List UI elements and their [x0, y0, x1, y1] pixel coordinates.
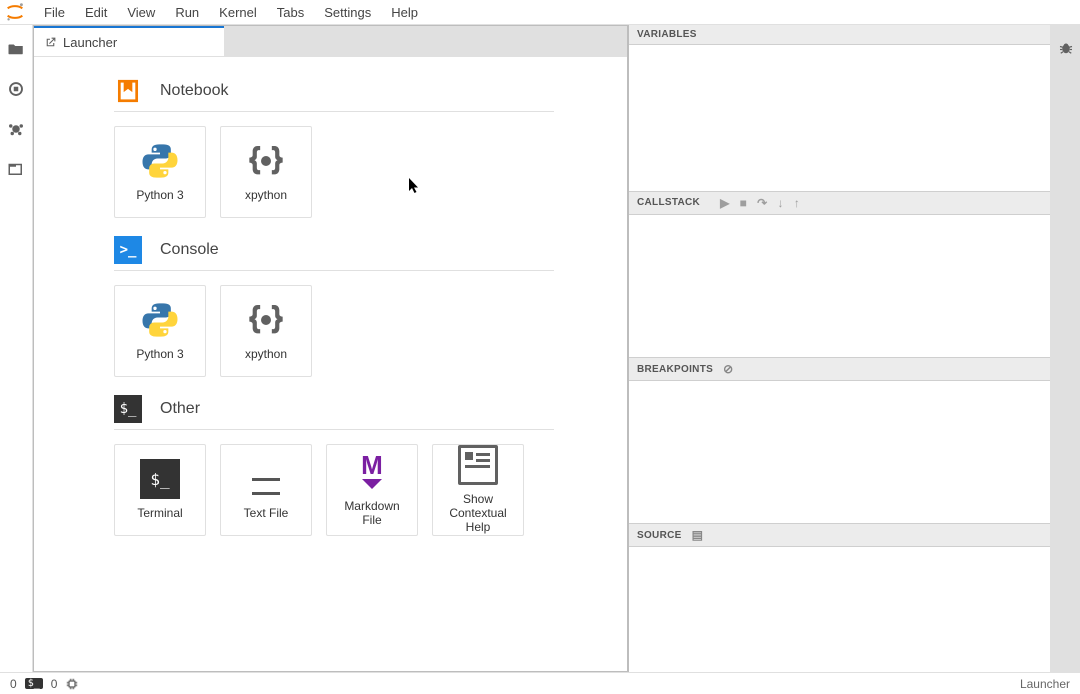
panel-title: VARIABLES: [637, 29, 697, 40]
console-section-icon: >_: [114, 236, 142, 264]
panel-header-callstack[interactable]: CALLSTACK ▶ ■ ↷ ↓ ↑: [629, 191, 1050, 215]
panel-header-variables[interactable]: VARIABLES: [629, 25, 1050, 45]
terminal-icon: $_: [140, 459, 180, 499]
card-label: Markdown File: [333, 500, 411, 528]
card-label: Text File: [244, 507, 289, 521]
panel-body-source: [629, 547, 1050, 672]
step-over-icon[interactable]: ↷: [757, 196, 767, 210]
python-icon: [140, 300, 180, 340]
panel-title: BREAKPOINTS: [637, 364, 713, 375]
python-icon: [140, 141, 180, 181]
step-out-icon[interactable]: ↑: [794, 196, 800, 210]
launcher-section-console: >_ Console Python 3 xpython: [114, 236, 617, 377]
menu-settings[interactable]: Settings: [314, 2, 381, 23]
menu-tabs[interactable]: Tabs: [267, 2, 314, 23]
other-section-icon: $_: [114, 395, 142, 423]
card-label: xpython: [245, 189, 287, 203]
menu-kernel[interactable]: Kernel: [209, 2, 267, 23]
markdown-icon: M: [352, 452, 392, 492]
menu-file[interactable]: File: [34, 2, 75, 23]
status-count-b: 0: [51, 677, 58, 691]
launcher-card-python-3[interactable]: Python 3: [114, 126, 206, 218]
file-browser-icon[interactable]: [6, 39, 26, 59]
card-label: Show Contextual Help: [439, 493, 517, 534]
menubar: FileEditViewRunKernelTabsSettingsHelp: [0, 0, 1080, 25]
xpython-icon: [246, 141, 286, 181]
section-title: Other: [160, 400, 200, 418]
launcher-panel: Notebook Python 3 xpython >_ Console Python 3…: [34, 56, 627, 671]
menu-run[interactable]: Run: [165, 2, 209, 23]
section-title: Notebook: [160, 82, 229, 100]
terminal-status-icon[interactable]: $_: [25, 678, 43, 689]
jupyter-logo: [4, 1, 26, 23]
tabs-icon[interactable]: [6, 159, 26, 179]
section-title: Console: [160, 241, 219, 259]
status-bar: 0 $_ 0 Launcher: [0, 672, 1080, 694]
main-dock: Launcher Notebook Python 3 xpython >_ Consol…: [33, 25, 1080, 672]
card-label: Terminal: [137, 507, 182, 521]
debugger-icon[interactable]: [1057, 39, 1075, 60]
card-label: xpython: [245, 348, 287, 362]
help-icon: [458, 445, 498, 485]
stop-icon[interactable]: ■: [740, 196, 748, 210]
step-in-icon[interactable]: ↓: [778, 196, 784, 210]
panel-title: SOURCE: [637, 530, 682, 541]
launcher-card-markdown-file[interactable]: M Markdown File: [326, 444, 418, 536]
card-label: Python 3: [136, 348, 183, 362]
tab-launcher[interactable]: Launcher: [34, 26, 224, 56]
textfile-icon: [246, 459, 286, 499]
panel-body-variables: [629, 45, 1050, 191]
launcher-card-python-3[interactable]: Python 3: [114, 285, 206, 377]
card-label: Python 3: [136, 189, 183, 203]
launch-icon: [44, 36, 57, 49]
launcher-section-other: $_ Other $_ Terminal Text File M Markdown File…: [114, 395, 617, 536]
status-mode: Launcher: [1020, 677, 1070, 691]
launcher-card-terminal[interactable]: $_ Terminal: [114, 444, 206, 536]
menu-view[interactable]: View: [117, 2, 165, 23]
commands-icon[interactable]: [6, 119, 26, 139]
panel-header-source[interactable]: SOURCE ▤: [629, 523, 1050, 547]
tab-title: Launcher: [63, 35, 117, 50]
panel-header-breakpoints[interactable]: BREAKPOINTS ⊘: [629, 357, 1050, 381]
panel-body-callstack: [629, 215, 1050, 357]
launcher-card-show-contextual-help[interactable]: Show Contextual Help: [432, 444, 524, 536]
left-sidebar: [0, 25, 33, 672]
debugger-sidebar: VARIABLES CALLSTACK ▶ ■ ↷ ↓ ↑ BREAKPOINTS…: [628, 25, 1050, 672]
launcher-card-xpython[interactable]: xpython: [220, 126, 312, 218]
panel-title: CALLSTACK: [637, 197, 700, 208]
kernel-status-icon[interactable]: [65, 677, 79, 691]
continue-icon[interactable]: ▶: [720, 196, 730, 210]
panel-body-breakpoints: [629, 381, 1050, 523]
notebook-section-icon: [114, 77, 142, 105]
menu-edit[interactable]: Edit: [75, 2, 117, 23]
launcher-section-notebook: Notebook Python 3 xpython: [114, 77, 617, 218]
status-count-a: 0: [10, 677, 17, 691]
xpython-icon: [246, 300, 286, 340]
menu-help[interactable]: Help: [381, 2, 428, 23]
running-icon[interactable]: [6, 79, 26, 99]
right-sidebar: [1050, 25, 1080, 672]
launcher-card-text-file[interactable]: Text File: [220, 444, 312, 536]
breakpoints-toggle-icon[interactable]: ⊘: [723, 362, 733, 376]
tab-bar: Launcher: [34, 26, 627, 56]
launcher-card-xpython[interactable]: xpython: [220, 285, 312, 377]
open-source-icon[interactable]: ▤: [692, 528, 704, 542]
